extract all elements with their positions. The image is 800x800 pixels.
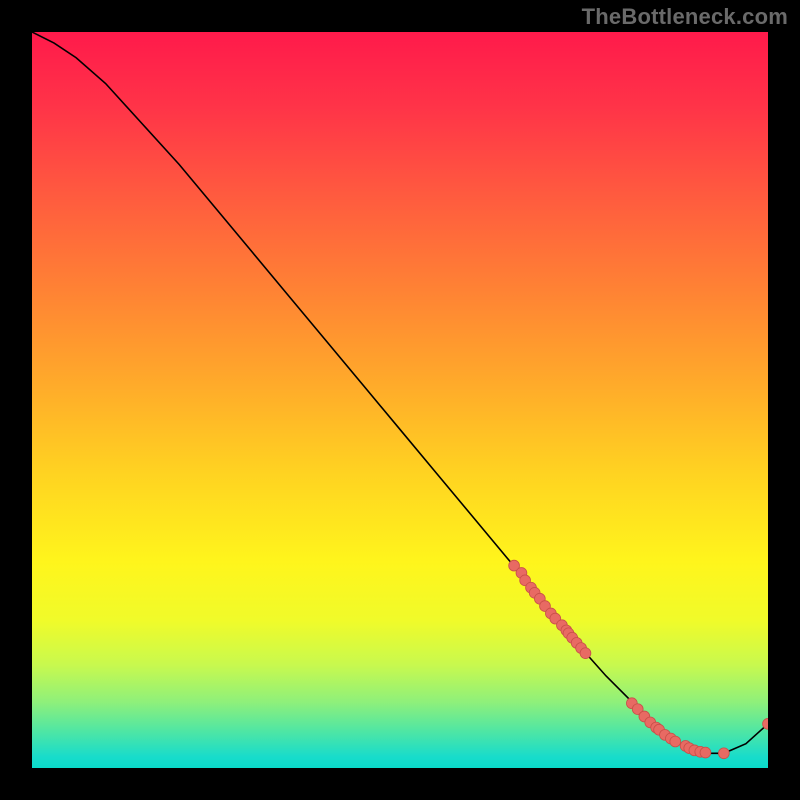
data-point [580, 648, 591, 659]
data-point [700, 747, 711, 758]
data-point [670, 736, 681, 747]
data-point [718, 748, 729, 759]
watermark-text: TheBottleneck.com [582, 4, 788, 30]
chart-svg [32, 32, 768, 768]
chart-container: TheBottleneck.com [0, 0, 800, 800]
gradient-background [32, 32, 768, 768]
plot-area [32, 32, 768, 768]
